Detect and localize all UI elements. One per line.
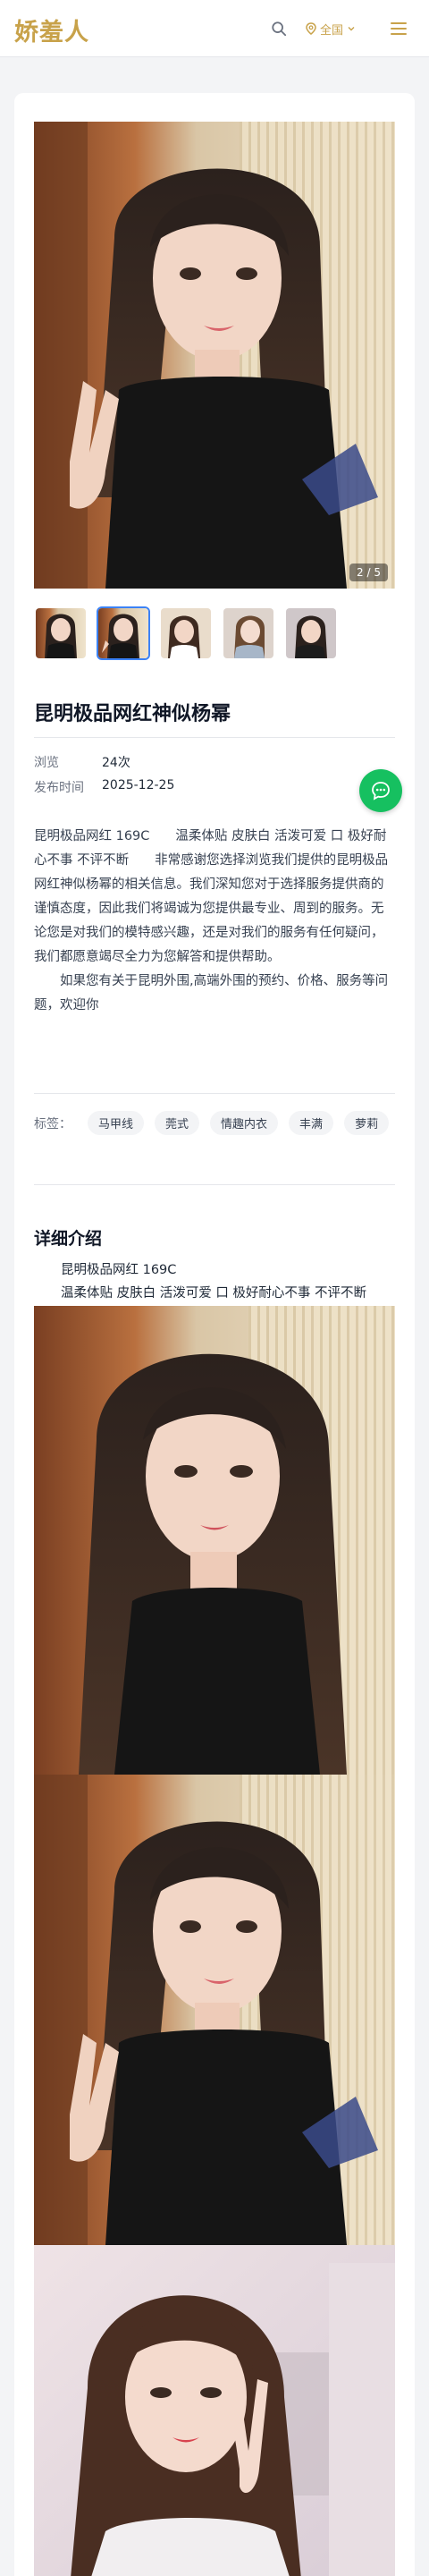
search-button[interactable] (265, 14, 293, 43)
detail-photo-2[interactable] (34, 1775, 395, 2245)
divider (34, 1184, 395, 1185)
region-selector[interactable]: 全国 (306, 16, 356, 41)
details-line-1: 昆明极品网红 169C (61, 1263, 177, 1277)
divider (34, 1093, 395, 1094)
thumbnail-5[interactable] (284, 606, 338, 660)
description-paragraph-2: 如果您有关于昆明外围,高端外围的预约、价格、服务等问题，欢迎你 (34, 974, 389, 1013)
chevron-down-icon (348, 27, 355, 31)
tag-item[interactable]: 情趣内衣 (210, 1111, 279, 1135)
post-card: 2 / 5 昆明极品网红神似杨幂 浏览 24次 发布时间 2025-12-25 (14, 93, 415, 2576)
views-row: 浏览 24次 (34, 753, 130, 771)
tag-item[interactable]: 丰满 (289, 1111, 334, 1135)
details-section-title: 详细介绍 (34, 1229, 103, 1249)
details-line-2: 温柔体贴 皮肤白 活泼可爱 口 极好耐心不事 不评不断 (61, 1286, 367, 1301)
chat-bubble-icon (372, 782, 390, 801)
date-row: 发布时间 2025-12-25 (34, 778, 174, 796)
date-label: 发布时间 (34, 781, 84, 795)
location-pin-icon (306, 22, 316, 35)
top-navbar: 娇羞人 全国 (0, 0, 429, 57)
date-value: 2025-12-25 (102, 778, 175, 792)
tag-list: 标签： 马甲线 莞式 情趣内衣 丰满 萝莉 (34, 1111, 395, 1135)
divider (34, 737, 395, 738)
tag-item[interactable]: 萝莉 (344, 1111, 390, 1135)
main-gallery-image[interactable]: 2 / 5 (34, 122, 395, 589)
menu-icon (391, 22, 407, 35)
detail-photo-3[interactable] (34, 2245, 395, 2576)
site-logo[interactable]: 娇羞人 (14, 13, 89, 47)
thumbnail-4[interactable] (222, 606, 275, 660)
menu-button[interactable] (384, 14, 413, 43)
thumbnail-3[interactable] (159, 606, 213, 660)
tag-item[interactable]: 莞式 (155, 1111, 200, 1135)
region-label: 全国 (320, 23, 344, 38)
image-counter: 2 / 5 (349, 564, 388, 581)
post-title: 昆明极品网红神似杨幂 (34, 703, 231, 725)
thumbnail-1[interactable] (34, 606, 88, 660)
post-description: 昆明极品网红 169C 温柔体贴 皮肤白 活泼可爱 口 极好耐心不事 不评不断 … (34, 825, 395, 1018)
views-label: 浏览 (34, 756, 59, 770)
chat-button[interactable] (359, 769, 402, 812)
views-value: 24次 (102, 756, 130, 770)
detail-photo-1[interactable] (34, 1306, 395, 1775)
thumbnail-2[interactable] (97, 606, 150, 660)
thumbnail-strip (34, 606, 338, 660)
search-icon (272, 21, 287, 37)
description-paragraph-1: 昆明极品网红 169C 温柔体贴 皮肤白 活泼可爱 口 极好耐心不事 不评不断 … (34, 829, 389, 964)
tags-label: 标签： (34, 1116, 72, 1131)
tag-item[interactable]: 马甲线 (88, 1111, 145, 1135)
